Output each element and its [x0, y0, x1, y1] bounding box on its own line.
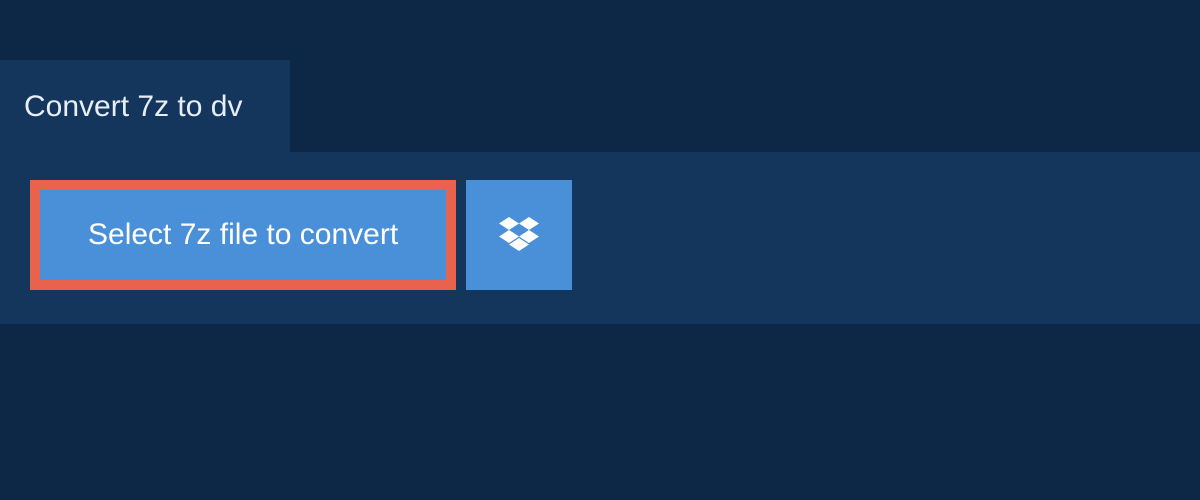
dropbox-button[interactable] [466, 180, 572, 290]
select-file-button[interactable]: Select 7z file to convert [30, 180, 456, 290]
select-file-label: Select 7z file to convert [88, 218, 398, 252]
conversion-panel: Select 7z file to convert [0, 152, 1200, 324]
tab-label: Convert 7z to dv [24, 90, 242, 123]
button-row: Select 7z file to convert [30, 180, 1170, 290]
dropbox-icon [499, 217, 539, 253]
conversion-tab[interactable]: Convert 7z to dv [0, 60, 290, 152]
